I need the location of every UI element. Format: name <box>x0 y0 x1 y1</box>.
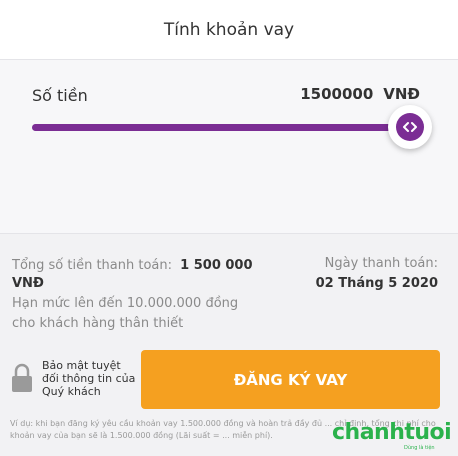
total-payment-label: Tổng số tiền thanh toán: <box>12 258 173 273</box>
watermark-tagline: Dùng là tiện <box>404 445 435 451</box>
amount-number: 1500000 <box>300 85 374 103</box>
total-payment-value: 1 500 000 <box>180 258 253 273</box>
code-arrows-icon <box>396 113 424 141</box>
amount-slider-fill <box>32 124 410 131</box>
amount-currency: VNĐ <box>383 85 420 103</box>
security-note: Bảo mật tuyệt đối thông tin của Quý khác… <box>10 358 140 398</box>
page-header: Tính khoản vay <box>0 0 458 60</box>
amount-label: Số tiền <box>32 86 88 105</box>
total-payment-currency: VNĐ <box>12 276 44 291</box>
amount-panel: Số tiền 1500000 VNĐ <box>0 60 458 234</box>
payment-date-value: 02 Tháng 5 2020 <box>315 276 438 291</box>
total-payment: Tổng số tiền thanh toán: 1 500 000 <box>12 256 262 276</box>
watermark-logo: chanhtuoi <box>332 420 452 445</box>
payment-date-label: Ngày thanh toán: <box>324 256 438 271</box>
security-text: Bảo mật tuyệt đối thông tin của Quý khác… <box>42 358 136 398</box>
limit-note: Hạn mức lên đến 10.000.000 đồng cho khác… <box>12 296 239 331</box>
amount-slider-track[interactable] <box>32 124 410 131</box>
register-loan-button[interactable]: ĐĂNG KÝ VAY <box>141 350 440 409</box>
lock-icon <box>12 363 32 392</box>
page-title: Tính khoản vay <box>163 19 295 40</box>
amount-value: 1500000 VNĐ <box>300 85 420 103</box>
summary-panel: Tổng số tiền thanh toán: 1 500 000 VNĐ H… <box>0 234 458 456</box>
amount-slider-thumb[interactable] <box>388 105 432 149</box>
